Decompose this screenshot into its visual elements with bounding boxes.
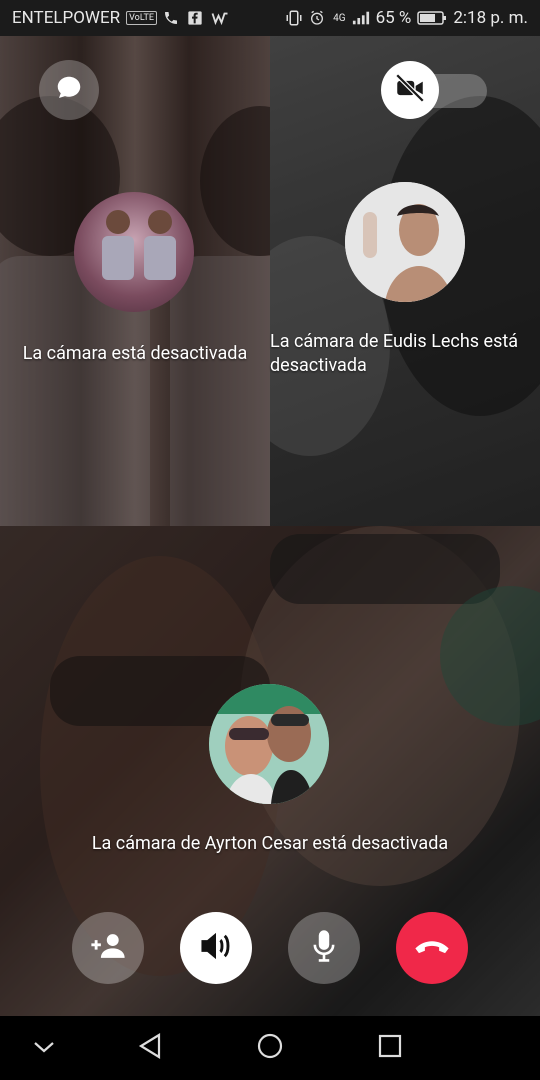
add-person-icon	[89, 931, 127, 965]
call-controls	[0, 910, 540, 986]
facebook-icon	[187, 10, 205, 26]
status-bar: ENTELPOWER VoLTE 4G 65 % 2:18 p. m.	[0, 0, 540, 36]
hide-nav-button[interactable]	[28, 1032, 60, 1064]
add-person-button[interactable]	[72, 912, 144, 984]
phone-icon	[163, 10, 181, 26]
battery-percent: 65 %	[375, 8, 412, 28]
recents-icon	[377, 1033, 403, 1063]
camera-toggle[interactable]	[381, 61, 487, 119]
camera-off-label-1: La cámara está desactivada	[22, 343, 248, 364]
camera-off-label-2: La cámara de Eudis Lechs está desactivad…	[270, 331, 519, 376]
speaker-button[interactable]	[180, 912, 252, 984]
back-icon	[137, 1032, 163, 1064]
participant-avatar-3	[209, 684, 329, 804]
participant-avatar-1	[74, 192, 194, 312]
chat-bubble-icon	[54, 73, 84, 107]
end-call-button[interactable]	[396, 912, 468, 984]
home-button[interactable]	[254, 1032, 286, 1064]
alarm-icon	[309, 10, 327, 26]
status-right: 4G 65 % 2:18 p. m.	[285, 8, 528, 28]
status-left: ENTELPOWER VoLTE	[12, 8, 229, 28]
microphone-icon	[310, 929, 338, 967]
recents-button[interactable]	[374, 1032, 406, 1064]
back-button[interactable]	[134, 1032, 166, 1064]
home-icon	[256, 1032, 284, 1064]
chevron-down-icon	[33, 1039, 55, 1058]
app-w-icon	[211, 10, 229, 26]
camera-off-label-3: La cámara de Ayrton Cesar está desactiva…	[91, 833, 449, 854]
vibrate-icon	[285, 10, 303, 26]
end-call-icon	[413, 936, 451, 960]
camera-toggle-knob	[381, 61, 439, 119]
volte-badge: VoLTE	[126, 11, 157, 25]
navigation-bar	[0, 1016, 540, 1080]
signal-icon	[352, 10, 370, 26]
clock: 2:18 p. m.	[453, 8, 528, 28]
battery-icon	[417, 10, 447, 26]
network-type: 4G	[333, 12, 346, 24]
video-off-icon	[393, 71, 427, 109]
participant-avatar-2	[345, 182, 465, 302]
carrier-name: ENTELPOWER	[12, 8, 121, 28]
microphone-button[interactable]	[288, 912, 360, 984]
speaker-icon	[198, 930, 234, 966]
chat-button[interactable]	[39, 60, 99, 120]
